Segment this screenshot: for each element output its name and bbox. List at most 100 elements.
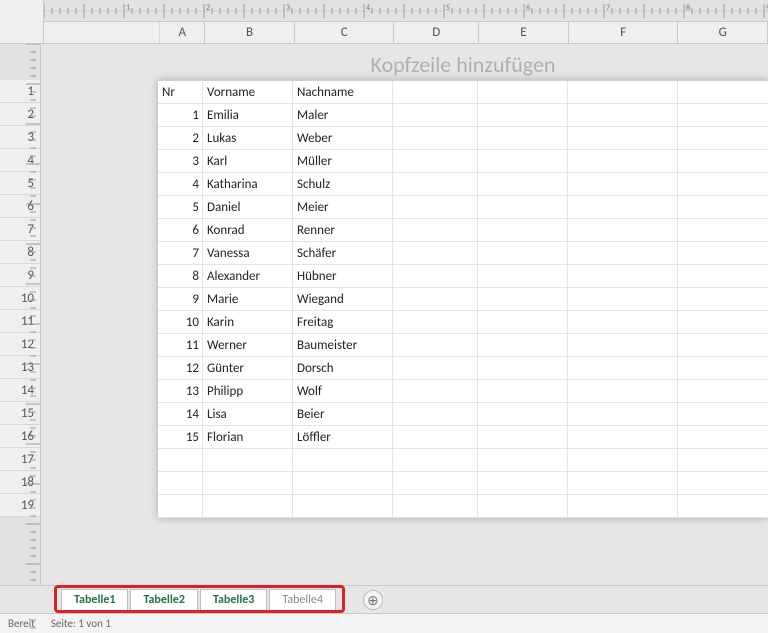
cell[interactable] [678, 196, 768, 219]
column-header-g[interactable]: G [678, 22, 768, 43]
cell[interactable]: Nr [158, 81, 203, 104]
cell[interactable] [678, 449, 768, 472]
cell[interactable] [478, 380, 568, 403]
cell[interactable]: 11 [158, 334, 203, 357]
sheet-tab-4[interactable]: Tabelle4 [269, 589, 336, 610]
cell[interactable] [478, 150, 568, 173]
cell[interactable]: Günter [203, 357, 293, 380]
cell[interactable] [568, 104, 678, 127]
cell[interactable] [568, 357, 678, 380]
cell[interactable] [478, 495, 568, 518]
cell[interactable] [678, 173, 768, 196]
cell[interactable] [478, 403, 568, 426]
table-row[interactable]: 7VanessaSchäfer [158, 242, 768, 265]
cell[interactable]: Dorsch [293, 357, 393, 380]
cell[interactable]: Meier [293, 196, 393, 219]
table-row[interactable]: 3KarlMüller [158, 150, 768, 173]
cell[interactable] [568, 219, 678, 242]
cell[interactable] [568, 334, 678, 357]
column-header-a[interactable]: A [160, 22, 205, 43]
cell[interactable]: Philipp [203, 380, 293, 403]
cell[interactable]: Wiegand [293, 288, 393, 311]
cell[interactable]: Renner [293, 219, 393, 242]
cell[interactable] [678, 127, 768, 150]
cell[interactable] [393, 242, 478, 265]
cell[interactable] [568, 265, 678, 288]
cell[interactable] [678, 265, 768, 288]
cell[interactable] [293, 449, 393, 472]
cell[interactable] [203, 495, 293, 518]
cell[interactable] [393, 196, 478, 219]
cell[interactable] [393, 127, 478, 150]
cell[interactable] [393, 81, 478, 104]
cell[interactable] [393, 472, 478, 495]
cell[interactable] [158, 472, 203, 495]
cell[interactable] [568, 495, 678, 518]
cell[interactable] [568, 311, 678, 334]
cell[interactable]: 13 [158, 380, 203, 403]
cell[interactable] [293, 495, 393, 518]
cell[interactable] [568, 127, 678, 150]
cell[interactable]: 7 [158, 242, 203, 265]
column-header-f[interactable]: F [569, 22, 679, 43]
cell[interactable] [478, 357, 568, 380]
select-all-corner[interactable] [0, 0, 44, 22]
cell[interactable]: Schulz [293, 173, 393, 196]
table-row[interactable] [158, 449, 768, 472]
cell[interactable] [568, 472, 678, 495]
table-row[interactable]: 12GünterDorsch [158, 357, 768, 380]
cell[interactable]: Maler [293, 104, 393, 127]
table-row[interactable]: NrVornameNachname [158, 81, 768, 104]
cell[interactable]: Konrad [203, 219, 293, 242]
cell[interactable] [678, 472, 768, 495]
column-header-b[interactable]: B [205, 22, 295, 43]
cell[interactable] [678, 426, 768, 449]
cell[interactable] [478, 334, 568, 357]
cell[interactable] [478, 426, 568, 449]
column-header-d[interactable]: D [394, 22, 479, 43]
table-row[interactable] [158, 472, 768, 495]
cell[interactable]: Lukas [203, 127, 293, 150]
cell[interactable] [478, 265, 568, 288]
cell[interactable] [568, 242, 678, 265]
cell[interactable] [393, 449, 478, 472]
sheet-tab-3[interactable]: Tabelle3 [200, 589, 267, 610]
cell[interactable]: 4 [158, 173, 203, 196]
cell[interactable] [478, 219, 568, 242]
cell[interactable]: Florian [203, 426, 293, 449]
cell[interactable]: Baumeister [293, 334, 393, 357]
cell[interactable] [393, 495, 478, 518]
cell[interactable] [678, 403, 768, 426]
cell[interactable] [478, 288, 568, 311]
cell[interactable]: 1 [158, 104, 203, 127]
cell[interactable]: Nachname [293, 81, 393, 104]
table-row[interactable]: 10KarinFreitag [158, 311, 768, 334]
cell[interactable] [678, 311, 768, 334]
cell[interactable] [203, 449, 293, 472]
cell[interactable]: Weber [293, 127, 393, 150]
cell[interactable]: 15 [158, 426, 203, 449]
cell[interactable] [478, 127, 568, 150]
cell[interactable]: Daniel [203, 196, 293, 219]
cell[interactable] [568, 196, 678, 219]
cell[interactable] [203, 472, 293, 495]
cell[interactable] [393, 380, 478, 403]
cell[interactable] [158, 449, 203, 472]
cell[interactable]: Vanessa [203, 242, 293, 265]
cell[interactable] [678, 380, 768, 403]
cell[interactable] [478, 449, 568, 472]
cell[interactable]: 6 [158, 219, 203, 242]
cell[interactable] [393, 219, 478, 242]
cell[interactable] [678, 104, 768, 127]
cell[interactable]: Alexander [203, 265, 293, 288]
cell[interactable] [393, 334, 478, 357]
cell[interactable] [568, 288, 678, 311]
cell[interactable]: Müller [293, 150, 393, 173]
cell[interactable] [678, 81, 768, 104]
table-row[interactable]: 9MarieWiegand [158, 288, 768, 311]
worksheet-page[interactable]: NrVornameNachname1EmiliaMaler2LukasWeber… [158, 80, 768, 518]
cell[interactable]: 8 [158, 265, 203, 288]
cell[interactable] [568, 403, 678, 426]
table-row[interactable]: 11WernerBaumeister [158, 334, 768, 357]
cell[interactable]: 14 [158, 403, 203, 426]
